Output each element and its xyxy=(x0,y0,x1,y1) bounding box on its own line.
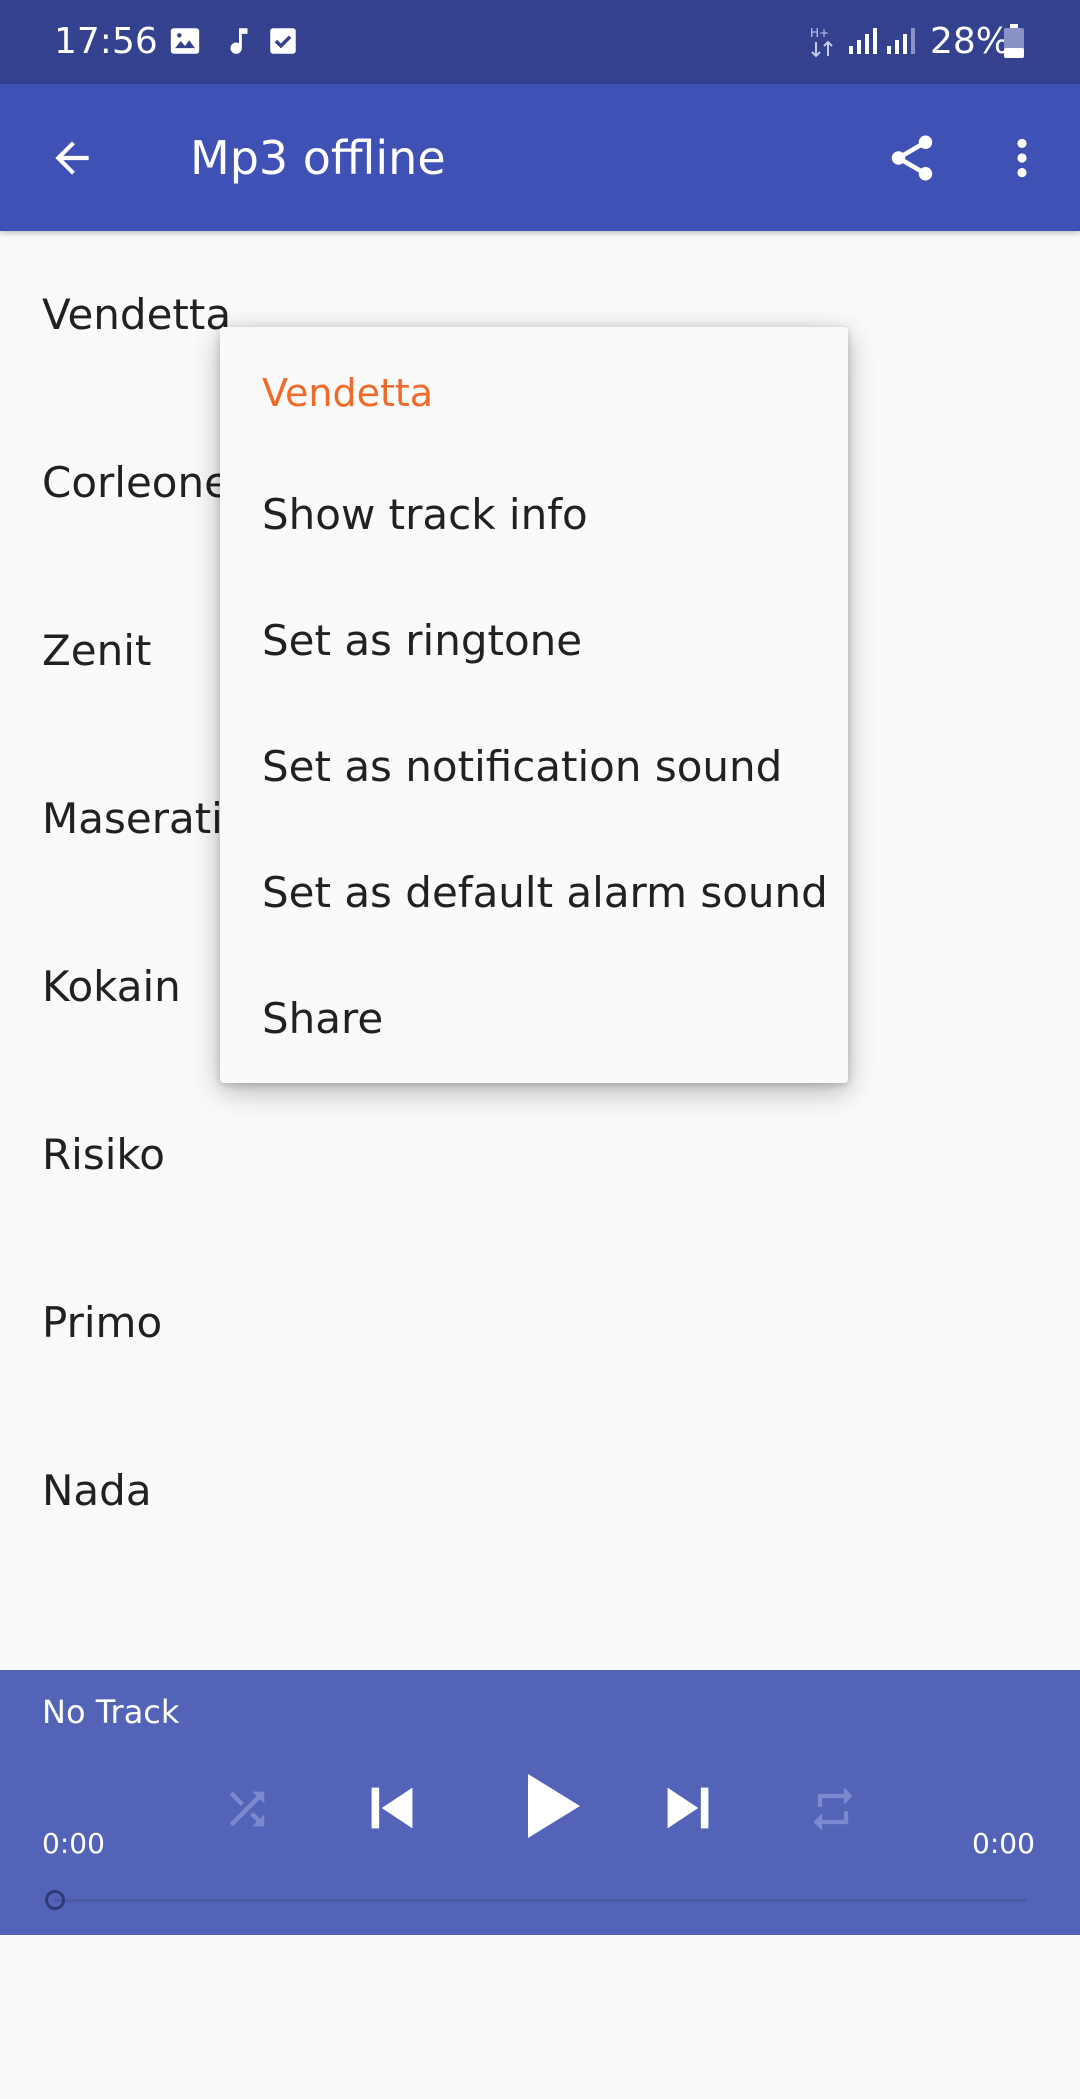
menu-item-label: Share xyxy=(262,994,384,1043)
skip-next-icon xyxy=(667,1787,709,1829)
track-title: Nada xyxy=(42,1466,152,1515)
menu-item-set-as-notification-sound[interactable]: Set as notification sound xyxy=(220,703,848,829)
repeat-button[interactable] xyxy=(798,1774,868,1844)
track-item[interactable]: Risiko xyxy=(0,1071,1080,1239)
track-item[interactable]: Nada xyxy=(0,1407,1080,1575)
menu-item-label: Set as ringtone xyxy=(262,616,583,665)
player-panel: No Track 0:00 0:00 xyxy=(0,1670,1080,1935)
track-item[interactable]: Primo xyxy=(0,1239,1080,1407)
play-button[interactable] xyxy=(498,1756,598,1856)
menu-item-show-track-info[interactable]: Show track info xyxy=(220,451,848,577)
repeat-icon xyxy=(813,1787,853,1831)
page-title: Mp3 offline xyxy=(190,131,446,185)
next-track-button[interactable] xyxy=(648,1768,728,1848)
battery-percentage: 28% xyxy=(930,21,1011,62)
menu-item-label: Set as default alarm sound xyxy=(262,868,828,917)
bottom-empty-area xyxy=(0,1935,1080,2099)
play-icon xyxy=(528,1774,580,1838)
more-options-button[interactable] xyxy=(988,124,1056,192)
music-note-icon xyxy=(222,24,258,60)
track-title: Maserati xyxy=(42,794,223,843)
track-title: Primo xyxy=(42,1298,163,1347)
share-button[interactable] xyxy=(878,124,946,192)
status-bar: 17:56 H+ 28% xyxy=(0,0,1080,84)
total-duration: 0:00 xyxy=(972,1827,1035,1860)
elapsed-time: 0:00 xyxy=(42,1827,105,1860)
track-title: Risiko xyxy=(42,1130,165,1179)
app-bar: Mp3 offline xyxy=(0,84,1080,231)
data-hplus-icon: H+ xyxy=(808,24,844,60)
now-playing-title: No Track xyxy=(42,1693,180,1731)
shuffle-button[interactable] xyxy=(212,1774,282,1844)
checkbox-icon xyxy=(266,24,302,60)
menu-item-label: Show track info xyxy=(262,490,588,539)
previous-track-button[interactable] xyxy=(352,1768,432,1848)
signal-icon xyxy=(846,24,882,60)
more-vert-icon xyxy=(1017,138,1027,178)
context-menu-title: Vendetta xyxy=(262,371,434,415)
menu-item-label: Set as notification sound xyxy=(262,742,783,791)
skip-previous-icon xyxy=(371,1787,413,1829)
track-title: Corleone xyxy=(42,458,230,507)
shuffle-icon xyxy=(229,1791,265,1827)
track-title: Zenit xyxy=(42,626,152,675)
menu-item-set-as-ringtone[interactable]: Set as ringtone xyxy=(220,577,848,703)
svg-text:H+: H+ xyxy=(810,26,829,40)
track-title: Vendetta xyxy=(42,290,232,339)
back-arrow-icon xyxy=(55,141,89,175)
track-title: Kokain xyxy=(42,962,181,1011)
image-icon xyxy=(168,24,204,60)
battery-icon xyxy=(1002,24,1038,60)
menu-item-set-as-default-alarm-sound[interactable]: Set as default alarm sound xyxy=(220,829,848,955)
signal-icon xyxy=(884,24,920,60)
seek-thumb[interactable] xyxy=(45,1890,65,1910)
track-context-menu: Vendetta Show track info Set as ringtone… xyxy=(220,327,848,1083)
seek-bar[interactable] xyxy=(54,1899,1026,1902)
menu-item-share[interactable]: Share xyxy=(220,955,848,1081)
back-button[interactable] xyxy=(38,124,106,192)
share-icon xyxy=(891,135,933,181)
status-time: 17:56 xyxy=(54,21,158,62)
